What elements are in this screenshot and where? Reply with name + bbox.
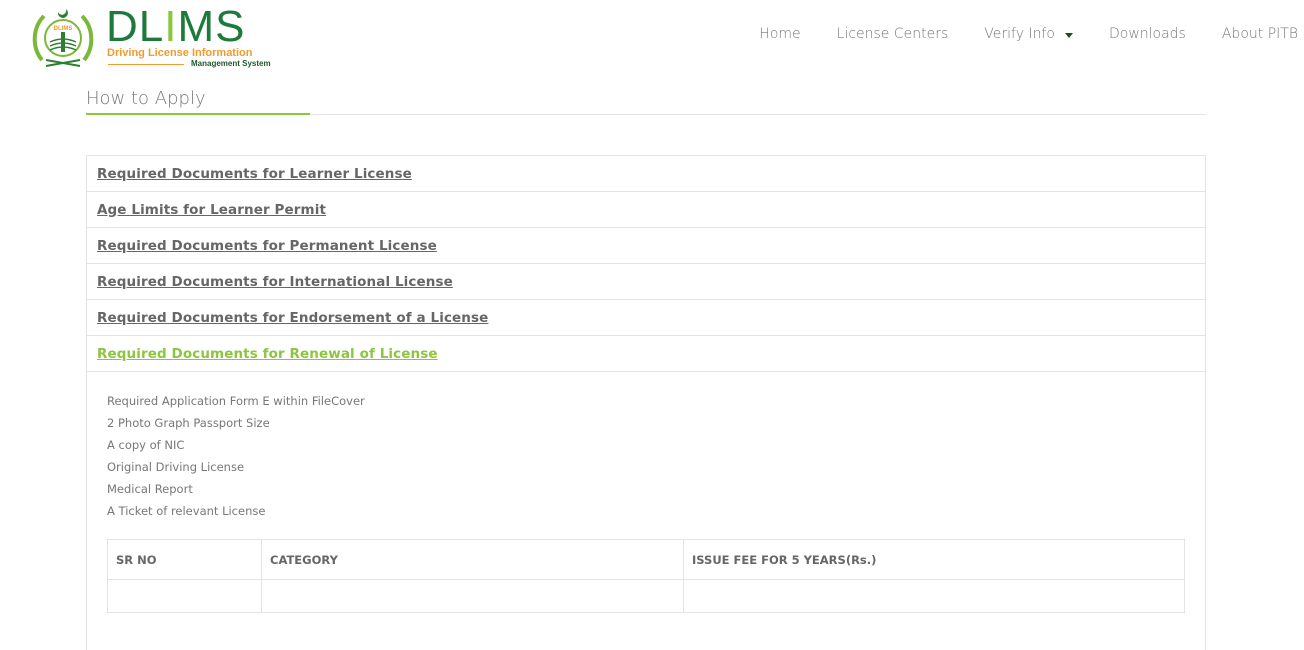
document-item: Required Application Form E within FileC… bbox=[107, 394, 365, 408]
renewal-panel: Required Application Form E within FileC… bbox=[87, 372, 1205, 650]
nav-verify-info[interactable]: Verify Info bbox=[984, 26, 1073, 42]
header-category: CATEGORY bbox=[261, 539, 684, 580]
accordion-item-permanent-license: Required Documents for Permanent License bbox=[87, 228, 1205, 264]
nav-home-label: Home bbox=[759, 26, 801, 42]
brand-tagline: Management System bbox=[191, 59, 271, 68]
table-header-row: SR NO CATEGORY ISSUE FEE FOR 5 YEARS(Rs.… bbox=[107, 539, 1185, 580]
table-cell bbox=[683, 579, 1185, 613]
accordion-link-international-license[interactable]: Required Documents for International Lic… bbox=[97, 274, 453, 290]
nav-downloads-label: Downloads bbox=[1108, 26, 1186, 42]
nav-about-pitb-label: About PITB bbox=[1221, 26, 1298, 42]
accordion-item-age-limits: Age Limits for Learner Permit bbox=[87, 192, 1205, 228]
punjab-emblem-icon: DLIMS bbox=[32, 9, 94, 67]
header-sr-no: SR NO bbox=[107, 539, 262, 580]
brand-subtitle: Driving License Information bbox=[107, 47, 253, 59]
accordion-item-international-license: Required Documents for International Lic… bbox=[87, 264, 1205, 300]
nav-about-pitb[interactable]: About PITB bbox=[1222, 26, 1298, 42]
accordion-link-age-limits[interactable]: Age Limits for Learner Permit bbox=[97, 202, 326, 218]
accordion-link-permanent-license[interactable]: Required Documents for Permanent License bbox=[97, 238, 437, 254]
document-item: Medical Report bbox=[107, 482, 193, 496]
header-issue-fee: ISSUE FEE FOR 5 YEARS(Rs.) bbox=[683, 539, 1185, 580]
accordion-link-renewal[interactable]: Required Documents for Renewal of Licens… bbox=[97, 346, 438, 362]
emblem-text: DLIMS bbox=[54, 26, 73, 32]
accordion-item-learner-license: Required Documents for Learner License bbox=[87, 156, 1205, 192]
table-row bbox=[107, 579, 1185, 613]
document-item: A Ticket of relevant License bbox=[107, 504, 266, 518]
dlims-logo[interactable]: DLIMS DLIMS Driving License Information … bbox=[28, 2, 271, 74]
nav-license-centers-label: License Centers bbox=[836, 26, 949, 42]
brand-divider bbox=[108, 64, 184, 65]
nav-downloads[interactable]: Downloads bbox=[1109, 26, 1186, 42]
caret-down-icon bbox=[1064, 32, 1073, 38]
accordion-link-learner-license[interactable]: Required Documents for Learner License bbox=[97, 166, 412, 182]
how-to-apply-accordion: Required Documents for Learner License A… bbox=[86, 155, 1206, 650]
main-nav: Home License Centers Verify Info Downloa… bbox=[723, 26, 1298, 42]
accordion-link-endorsement[interactable]: Required Documents for Endorsement of a … bbox=[97, 310, 488, 326]
table-cell bbox=[107, 579, 262, 613]
nav-verify-info-label: Verify Info bbox=[984, 26, 1055, 42]
site-header: DLIMS DLIMS Driving License Information … bbox=[0, 0, 1304, 80]
page-title: How to Apply bbox=[86, 88, 206, 109]
document-item: 2 Photo Graph Passport Size bbox=[107, 416, 270, 430]
renewal-fee-table: SR NO CATEGORY ISSUE FEE FOR 5 YEARS(Rs.… bbox=[107, 539, 1185, 613]
nav-home[interactable]: Home bbox=[759, 26, 800, 42]
accordion-item-renewal: Required Documents for Renewal of Licens… bbox=[87, 336, 1205, 372]
accordion-item-endorsement: Required Documents for Endorsement of a … bbox=[87, 300, 1205, 336]
document-item: Original Driving License bbox=[107, 460, 245, 474]
required-documents-list: Required Application Form E within FileC… bbox=[107, 390, 1185, 522]
title-accent-bar bbox=[86, 113, 310, 115]
table-cell bbox=[261, 579, 684, 613]
nav-license-centers[interactable]: License Centers bbox=[837, 26, 949, 42]
brand-title: DLIMS bbox=[106, 2, 246, 51]
document-item: A copy of NIC bbox=[107, 438, 185, 452]
